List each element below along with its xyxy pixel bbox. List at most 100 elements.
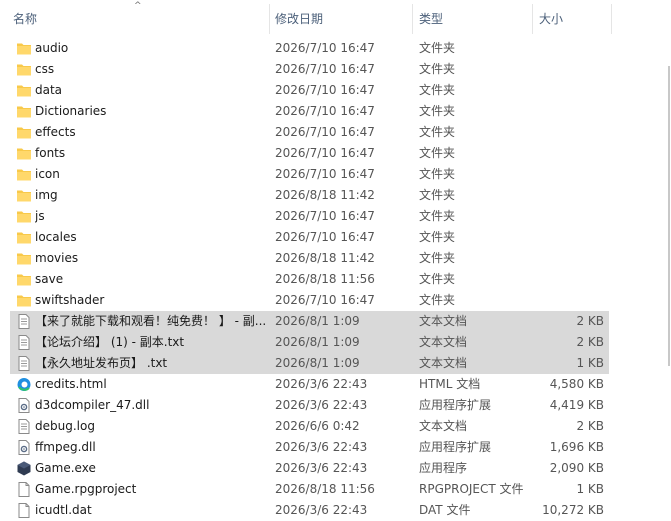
file-row[interactable]: img 2026/8/18 11:42 文件夹 [10,185,609,206]
file-row[interactable]: d3dcompiler_47.dll 2026/3/6 22:43 应用程序扩展 4,… [10,395,609,416]
edge-browser-icon [16,377,32,392]
file-size [530,143,604,164]
column-divider[interactable] [611,4,612,34]
file-name: swiftshader [35,293,105,307]
file-date: 2026/8/1 1:09 [275,314,360,328]
file-row[interactable]: ffmpeg.dll 2026/3/6 22:43 应用程序扩展 1,696 KB [10,437,609,458]
file-type: RPGPROJECT 文件 [419,482,524,496]
file-date: 2026/3/6 22:43 [275,377,368,391]
file-type: 文本文档 [419,335,468,349]
file-size: 1 KB [576,482,604,496]
folder-icon [16,62,32,77]
file-type: 文件夹 [419,104,456,118]
file-row[interactable]: fonts 2026/7/10 16:47 文件夹 [10,143,609,164]
file-name: 【来了就能下载和观看！纯免费！ 】 - 副... [35,314,267,328]
file-row[interactable]: data 2026/7/10 16:47 文件夹 [10,80,609,101]
folder-icon [16,272,32,287]
file-name: locales [35,230,77,244]
file-name: fonts [35,146,66,160]
file-type: 文件夹 [419,83,456,97]
file-size [530,269,604,290]
file-type: 应用程序 [419,461,468,475]
file-name: 【永久地址发布页】 .txt [35,356,168,370]
file-name: credits.html [35,377,107,391]
file-row[interactable]: Game.rpgproject 2026/8/18 11:56 RPGPROJECT… [10,479,609,500]
file-type: 文本文档 [419,356,468,370]
file-row[interactable]: audio 2026/7/10 16:47 文件夹 [10,38,609,59]
file-type: 文件夹 [419,251,456,265]
file-row[interactable]: 【来了就能下载和观看！纯免费！ 】 - 副... 2026/8/1 1:09 文本文… [10,311,609,332]
file-date: 2026/3/6 22:43 [275,398,368,412]
file-row[interactable]: css 2026/7/10 16:47 文件夹 [10,59,609,80]
column-header-size[interactable]: 大小 [539,11,563,27]
file-row[interactable]: Dictionaries 2026/7/10 16:47 文件夹 [10,101,609,122]
file-name: save [35,272,64,286]
file-type: 文件夹 [419,293,456,307]
folder-icon [16,209,32,224]
file-date: 2026/8/18 11:42 [275,251,375,265]
folder-icon [16,146,32,161]
file-size [530,38,604,59]
file-row[interactable]: save 2026/8/18 11:56 文件夹 [10,269,609,290]
file-size: 2 KB [576,419,604,433]
file-date: 2026/7/10 16:47 [275,41,375,55]
file-date: 2026/7/10 16:47 [275,167,375,181]
file-name: img [35,188,58,202]
file-type: 文件夹 [419,230,456,244]
column-header-name[interactable]: 名称 [13,11,37,27]
vertical-scrollbar[interactable] [665,36,671,518]
file-size [530,122,604,143]
scrollbar-thumb[interactable] [668,66,670,366]
file-type: 文本文档 [419,419,468,433]
file-row[interactable]: locales 2026/7/10 16:47 文件夹 [10,227,609,248]
file-name: audio [35,41,69,55]
file-type: 文件夹 [419,167,456,181]
file-type: 应用程序扩展 [419,440,492,454]
file-row[interactable]: 【永久地址发布页】 .txt 2026/8/1 1:09 文本文档 1 KB [10,353,609,374]
text-file-icon [16,356,32,371]
column-header-type[interactable]: 类型 [419,11,443,27]
file-size [530,290,604,311]
column-header-date[interactable]: 修改日期 [275,11,323,27]
column-header-bar: ^ 名称 修改日期 类型 大小 [0,0,671,36]
file-name: 【论坛介绍】 (1) - 副本.txt [35,335,185,349]
file-name: data [35,83,63,97]
file-row[interactable]: swiftshader 2026/7/10 16:47 文件夹 [10,290,609,311]
file-name: icon [35,167,60,181]
file-date: 2026/7/10 16:47 [275,230,375,244]
column-divider[interactable] [412,4,413,34]
file-row[interactable]: 【论坛介绍】 (1) - 副本.txt 2026/8/1 1:09 文本文档 2 KB [10,332,609,353]
file-size [530,59,604,80]
file-date: 2026/8/1 1:09 [275,356,360,370]
file-row[interactable]: movies 2026/8/18 11:42 文件夹 [10,248,609,269]
column-divider[interactable] [269,4,270,34]
file-name: css [35,62,55,76]
file-row[interactable]: debug.log 2026/6/6 0:42 文本文档 2 KB [10,416,609,437]
file-date: 2026/7/10 16:47 [275,209,375,223]
file-type: 文件夹 [419,272,456,286]
file-size: 1 KB [576,356,604,370]
text-file-icon [16,419,32,434]
file-type: 文件夹 [419,125,456,139]
column-divider[interactable] [532,4,533,34]
file-row[interactable]: Game.exe 2026/3/6 22:43 应用程序 2,090 KB [10,458,609,479]
file-row[interactable]: credits.html 2026/3/6 22:43 HTML 文档 4,580 K… [10,374,609,395]
folder-icon [16,188,32,203]
file-date: 2026/7/10 16:47 [275,104,375,118]
file-type: HTML 文档 [419,377,481,391]
blank-file-icon [16,503,32,518]
folder-icon [16,293,32,308]
file-row[interactable]: js 2026/7/10 16:47 文件夹 [10,206,609,227]
file-date: 2026/8/18 11:56 [275,272,375,286]
file-row[interactable]: effects 2026/7/10 16:47 文件夹 [10,122,609,143]
folder-icon [16,251,32,266]
file-size: 2 KB [576,335,604,349]
file-name: Dictionaries [35,104,107,118]
file-size: 1,696 KB [549,440,604,454]
sort-ascending-icon: ^ [134,1,142,11]
folder-icon [16,41,32,56]
file-size: 2 KB [576,314,604,328]
file-size: 4,580 KB [549,377,604,391]
file-row[interactable]: icon 2026/7/10 16:47 文件夹 [10,164,609,185]
file-name: Game.exe [35,461,96,475]
